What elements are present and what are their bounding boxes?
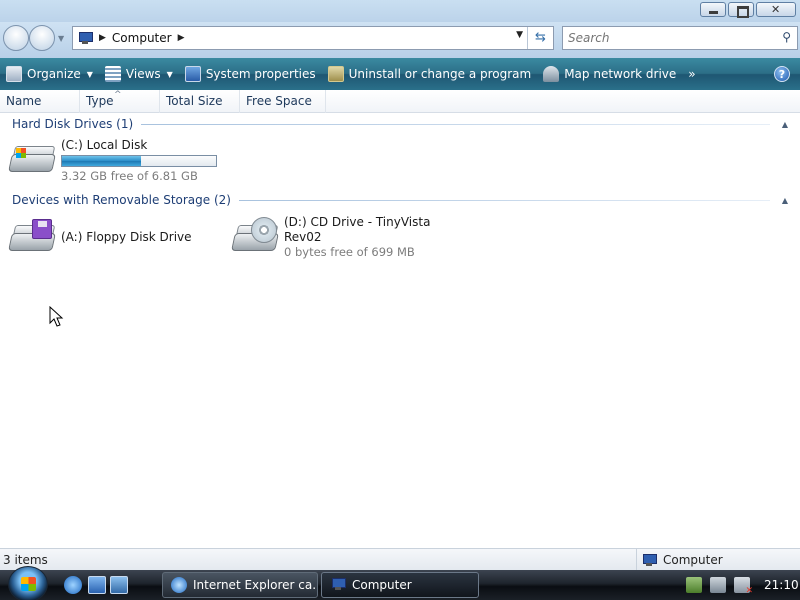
drive-name: (D:) CD Drive - TinyVista xyxy=(284,215,431,229)
organize-label: Organize xyxy=(27,67,81,81)
task-label: Computer xyxy=(352,578,412,592)
column-total-size[interactable]: Total Size xyxy=(160,90,240,113)
file-list: Hard Disk Drives (1) ▲ (C:) Local Disk 3… xyxy=(0,113,800,548)
internet-explorer-icon xyxy=(171,577,187,593)
drive-name: (A:) Floppy Disk Drive xyxy=(61,230,192,244)
collapse-icon[interactable]: ▲ xyxy=(778,120,792,129)
refresh-icon[interactable]: ⇆ xyxy=(527,27,553,49)
breadcrumb-computer[interactable]: Computer xyxy=(112,31,172,45)
toolbar-overflow-button[interactable]: » xyxy=(682,67,701,81)
search-input[interactable] xyxy=(568,28,768,48)
group-divider xyxy=(238,199,770,201)
item-count: 3 items xyxy=(3,553,48,567)
window-titlebar xyxy=(0,0,800,22)
views-button[interactable]: Views ▼ xyxy=(99,58,179,90)
column-type[interactable]: ^ Type xyxy=(80,90,160,113)
chevron-down-icon: ▼ xyxy=(86,69,93,79)
breadcrumb-chevron-icon[interactable]: ▶ xyxy=(178,33,185,43)
system-properties-button[interactable]: System properties xyxy=(179,58,322,90)
task-label: Internet Explorer ca... xyxy=(193,578,318,592)
organize-button[interactable]: Organize ▼ xyxy=(0,58,99,90)
notification-area: 21:10 xyxy=(686,570,799,600)
views-icon xyxy=(104,66,121,82)
help-icon[interactable]: ? xyxy=(774,66,790,82)
switch-windows-icon[interactable] xyxy=(110,576,128,594)
forward-button[interactable] xyxy=(29,25,55,51)
drive-name: (C:) Local Disk xyxy=(61,138,148,152)
drive-free-space: 3.32 GB free of 6.81 GB xyxy=(61,169,198,183)
chevron-down-icon[interactable]: ▼ xyxy=(167,70,173,79)
network-icon[interactable] xyxy=(710,577,726,593)
cd-drive-icon xyxy=(231,217,279,257)
column-type-label: Type xyxy=(86,94,114,108)
drive-c-local-disk[interactable]: (C:) Local Disk 3.32 GB free of 6.81 GB xyxy=(8,138,228,184)
status-bar: 3 items Computer xyxy=(0,548,800,571)
breadcrumb-separator-icon[interactable]: ▶ xyxy=(99,33,106,43)
taskbar-button-computer[interactable]: Computer xyxy=(321,572,479,598)
taskbar: Internet Explorer ca... Computer 21:10 xyxy=(0,566,800,600)
security-center-icon[interactable] xyxy=(686,577,702,593)
column-header: Name ^ Type Total Size Free Space xyxy=(0,90,800,113)
start-button[interactable] xyxy=(8,566,48,600)
system-properties-icon xyxy=(184,66,201,82)
group-removable-storage[interactable]: Devices with Removable Storage (2) ▲ xyxy=(0,191,800,209)
map-drive-icon xyxy=(543,66,560,82)
capacity-bar xyxy=(61,155,217,167)
address-bar[interactable]: ▶ Computer ▶ ▼ ⇆ xyxy=(72,26,554,50)
computer-icon xyxy=(641,553,659,567)
views-label: Views xyxy=(125,67,161,81)
uninstall-label: Uninstall or change a program xyxy=(348,67,532,81)
collapse-icon[interactable]: ▲ xyxy=(778,196,792,205)
recent-pages-dropdown[interactable]: ▼ xyxy=(58,34,64,43)
computer-icon xyxy=(77,31,93,45)
column-name[interactable]: Name xyxy=(0,90,80,113)
map-network-drive-button[interactable]: Map network drive xyxy=(537,58,682,90)
drive-d-cd[interactable]: (D:) CD Drive - TinyVista Rev02 0 bytes … xyxy=(231,215,451,265)
organize-icon xyxy=(6,66,22,82)
drive-a-floppy[interactable]: (A:) Floppy Disk Drive xyxy=(8,217,208,261)
clock[interactable]: 21:10 xyxy=(764,578,799,592)
address-dropdown-icon[interactable]: ▼ xyxy=(516,30,523,40)
internet-explorer-quicklaunch-icon[interactable] xyxy=(64,576,82,594)
column-free-space[interactable]: Free Space xyxy=(240,90,326,113)
drive-free-space: 0 bytes free of 699 MB xyxy=(284,245,415,259)
windows-logo-icon xyxy=(21,577,36,591)
group-hard-disk-drives[interactable]: Hard Disk Drives (1) ▲ xyxy=(0,115,800,133)
capacity-bar-fill xyxy=(62,156,141,166)
show-desktop-icon[interactable] xyxy=(88,576,106,594)
floppy-drive-icon xyxy=(8,217,56,257)
taskbar-button-internet-explorer[interactable]: Internet Explorer ca... xyxy=(162,572,318,598)
system-properties-label: System properties xyxy=(205,67,316,81)
status-location: Computer xyxy=(636,549,723,571)
group-divider xyxy=(141,123,770,125)
minimize-button[interactable] xyxy=(700,2,726,17)
computer-icon xyxy=(330,577,346,593)
hard-disk-icon xyxy=(8,138,56,178)
drive-name-line2: Rev02 xyxy=(284,230,322,244)
uninstall-icon xyxy=(327,66,344,82)
sort-ascending-icon: ^ xyxy=(114,90,122,100)
group-title: Devices with Removable Storage (2) xyxy=(12,193,231,207)
map-drive-label: Map network drive xyxy=(564,67,677,81)
back-button[interactable] xyxy=(3,25,29,51)
uninstall-button[interactable]: Uninstall or change a program xyxy=(322,58,538,90)
maximize-button[interactable] xyxy=(728,2,754,18)
search-box[interactable]: ⚲ xyxy=(562,26,798,50)
status-location-label: Computer xyxy=(663,553,723,567)
group-title: Hard Disk Drives (1) xyxy=(12,117,134,131)
volume-muted-icon[interactable] xyxy=(734,577,753,596)
close-button[interactable] xyxy=(756,2,796,17)
search-icon[interactable]: ⚲ xyxy=(782,30,791,44)
window-controls xyxy=(700,2,796,18)
navigation-bar: ▼ ▶ Computer ▶ ▼ ⇆ ⚲ xyxy=(0,22,800,58)
